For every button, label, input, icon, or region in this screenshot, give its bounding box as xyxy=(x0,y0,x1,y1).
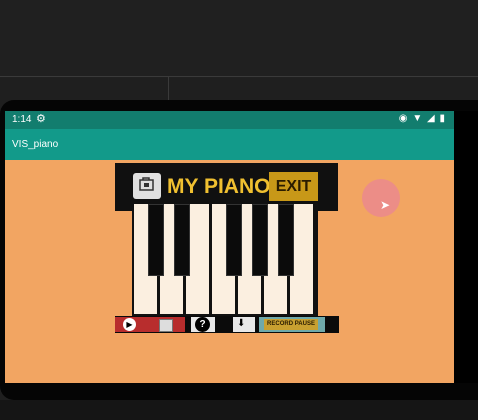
editor-bottom-area xyxy=(0,400,478,420)
download-icon[interactable]: ⬇ xyxy=(237,318,245,329)
battery-icon: ▮ xyxy=(439,113,446,124)
signal-icon: ◢ xyxy=(427,113,436,124)
piano-title: MY PIANO xyxy=(167,175,271,198)
phone-screen: 1:14 ⚙ ◉ ▼ ◢ ▮ VIS_piano MY PIANO EXIT ▶… xyxy=(5,111,454,383)
black-key[interactable] xyxy=(278,204,294,276)
open-file-button[interactable] xyxy=(133,173,161,199)
playback-controls: ▶ xyxy=(115,317,185,332)
location-icon: ◉ xyxy=(398,113,409,124)
black-key[interactable] xyxy=(148,204,164,276)
editor-divider xyxy=(0,76,478,77)
help-segment: ? xyxy=(191,317,215,332)
app-bar: VIS_piano xyxy=(5,129,454,160)
status-bar: 1:14 ⚙ ◉ ▼ ◢ ▮ xyxy=(5,111,454,129)
help-button[interactable]: ? xyxy=(195,317,210,332)
save-segment: ⬇ xyxy=(233,317,255,332)
editor-top-area xyxy=(0,0,478,78)
wifi-icon: ▼ xyxy=(412,113,424,124)
black-key[interactable] xyxy=(226,204,242,276)
black-key[interactable] xyxy=(252,204,268,276)
stop-button[interactable] xyxy=(159,319,173,332)
piano-keyboard xyxy=(132,204,318,316)
record-segment: RECORD PAUSE xyxy=(259,317,325,332)
exit-button[interactable]: EXIT xyxy=(269,172,318,201)
black-key[interactable] xyxy=(174,204,190,276)
status-icons: ◉ ▼ ◢ ▮ xyxy=(399,113,446,124)
phone-right-edge xyxy=(454,111,478,383)
pointer-cursor-icon: ➤ xyxy=(380,198,391,212)
folder-open-icon xyxy=(138,176,156,197)
status-time: 1:14 xyxy=(12,114,32,125)
controls-bar: ▶ ? ⬇ RECORD PAUSE xyxy=(115,316,339,333)
play-button[interactable]: ▶ xyxy=(123,318,136,331)
gear-icon: ⚙ xyxy=(36,113,46,125)
app-title: VIS_piano xyxy=(12,139,59,150)
record-pause-button[interactable]: RECORD PAUSE xyxy=(264,319,318,330)
